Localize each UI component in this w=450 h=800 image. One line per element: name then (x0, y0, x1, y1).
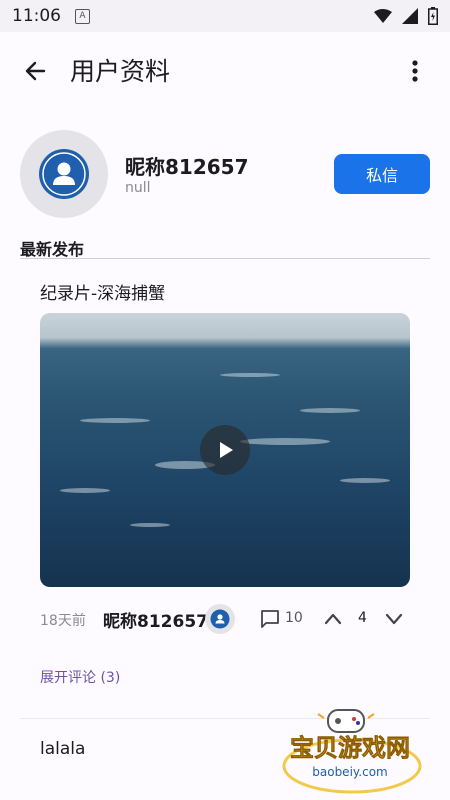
section-title: 最新发布 (20, 240, 85, 259)
more-vert-icon (412, 60, 418, 82)
expand-comments-link[interactable]: 展开评论 (3) (40, 667, 120, 687)
app-bar: 用户资料 (0, 32, 450, 110)
downvote-icon[interactable] (385, 609, 403, 629)
battery-icon (428, 7, 438, 25)
wifi-icon (374, 9, 392, 23)
back-button[interactable] (20, 56, 50, 86)
avatar (20, 130, 108, 218)
message-button[interactable]: 私信 (334, 154, 430, 194)
comment-icon[interactable] (260, 609, 280, 629)
profile-bio: null (125, 180, 151, 196)
play-icon (220, 442, 233, 458)
more-options-button[interactable] (400, 54, 430, 88)
comment-count: 10 (285, 610, 303, 626)
status-bar: 11:06 A (0, 0, 450, 32)
post-meta: 18天前 昵称812657 10 4 (40, 603, 410, 635)
upvote-icon[interactable] (324, 609, 342, 629)
page-title: 用户资料 (70, 57, 171, 86)
video-thumbnail[interactable] (40, 313, 410, 587)
arrow-left-icon (25, 61, 46, 81)
user-avatar-icon (210, 609, 230, 629)
user-avatar-icon (39, 149, 89, 199)
post-title[interactable]: lalala (40, 739, 85, 759)
post-time: 18天前 (40, 613, 86, 629)
watermark-logo: 宝贝游戏网 baobeiy.com (282, 709, 422, 794)
watermark-url: baobeiy.com (312, 765, 387, 779)
post-title[interactable]: 纪录片-深海捕蟹 (40, 279, 165, 304)
watermark-text: 宝贝游戏网 (290, 734, 410, 762)
section-divider (20, 258, 430, 259)
post-author[interactable]: 昵称812657 (103, 607, 208, 632)
notification-icon: A (75, 8, 90, 24)
play-button[interactable] (200, 425, 250, 475)
vote-count: 4 (358, 610, 367, 626)
signal-icon (402, 8, 418, 24)
status-time: 11:06 (12, 6, 61, 26)
profile-nickname: 昵称812657 (125, 155, 249, 179)
author-avatar[interactable] (205, 604, 235, 634)
